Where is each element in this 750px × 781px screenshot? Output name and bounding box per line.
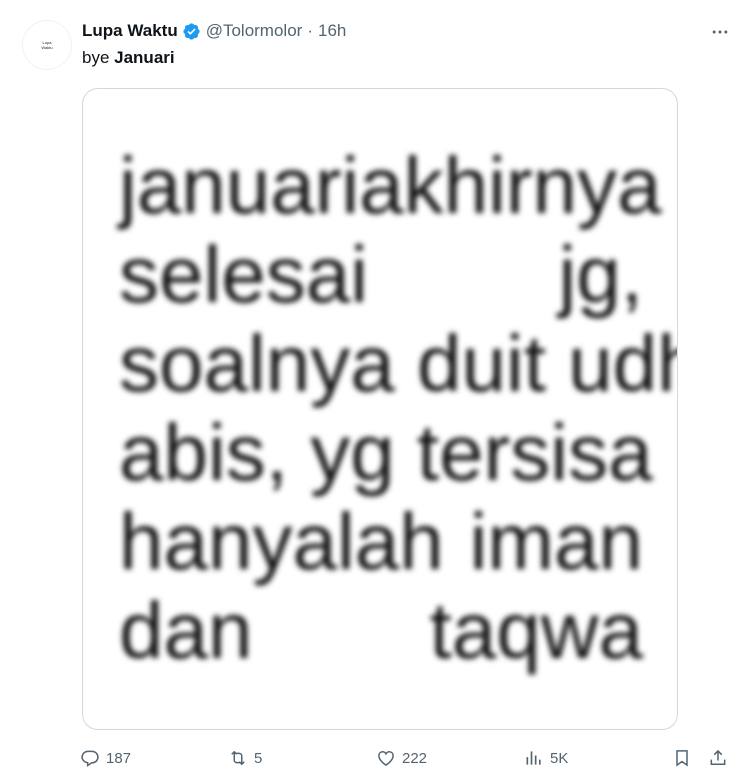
image-word: jg, [558, 230, 644, 319]
image-line: soalnya duit udh [119, 319, 677, 408]
heart-icon [378, 751, 394, 766]
image-word: hanyalah [119, 497, 444, 586]
bookmark-button[interactable] [672, 744, 692, 772]
handle[interactable]: @Tolormolor [206, 21, 303, 41]
separator: · [307, 21, 313, 40]
like-button[interactable]: 222 [376, 744, 427, 772]
repost-icon [231, 750, 245, 766]
image-word: taqwa [429, 586, 643, 675]
more-icon[interactable] [708, 20, 732, 44]
views-button[interactable]: 5K [524, 744, 568, 772]
tweet-text-bold: Januari [114, 48, 175, 67]
reply-button[interactable]: 187 [80, 744, 131, 772]
avatar[interactable]: Lupa Waktu [22, 20, 72, 70]
avatar-line-2: Waktu [41, 45, 53, 50]
tweet-text-prefix: bye [82, 48, 115, 67]
action-bar: 187 5 222 5K [80, 744, 740, 772]
image-word: dan [119, 586, 253, 675]
image-word: januari [119, 141, 360, 230]
verified-badge-icon [183, 22, 200, 40]
image-word: soalnya duit udh [119, 319, 678, 408]
views-icon [526, 751, 541, 765]
share-button[interactable] [708, 744, 728, 772]
image-line: selesai jg, [119, 230, 643, 319]
timestamp[interactable]: 16h [318, 21, 346, 41]
tweet-text: bye Januari [82, 48, 175, 68]
bookmark-icon [676, 750, 688, 767]
image-line: abis, yg tersisa [119, 408, 653, 497]
share-icon [710, 749, 726, 765]
reply-icon [81, 750, 99, 767]
image-line: januari akhirnya [119, 141, 662, 230]
tweet-image[interactable]: januari akhirnya selesai jg, soalnya dui… [82, 88, 678, 730]
image-line: dan taqwa [119, 586, 643, 675]
image-word: iman [469, 497, 643, 586]
tweet-card[interactable]: Lupa Waktu Lupa Waktu @Tolormolor · 16h … [0, 0, 750, 781]
repost-count: 5 [254, 749, 263, 767]
image-word: selesai [119, 230, 369, 319]
repost-button[interactable]: 5 [228, 744, 262, 772]
display-name[interactable]: Lupa Waktu [82, 21, 178, 41]
image-word: akhirnya [359, 141, 662, 230]
image-line: hanyalah iman [119, 497, 643, 586]
image-text-block: januari akhirnya selesai jg, soalnya dui… [119, 141, 677, 675]
image-word: abis, yg tersisa [119, 408, 653, 497]
reply-count: 187 [106, 749, 132, 767]
like-count: 222 [402, 749, 428, 767]
tweet-header: Lupa Waktu @Tolormolor · 16h [82, 20, 346, 42]
views-count: 5K [550, 749, 569, 767]
